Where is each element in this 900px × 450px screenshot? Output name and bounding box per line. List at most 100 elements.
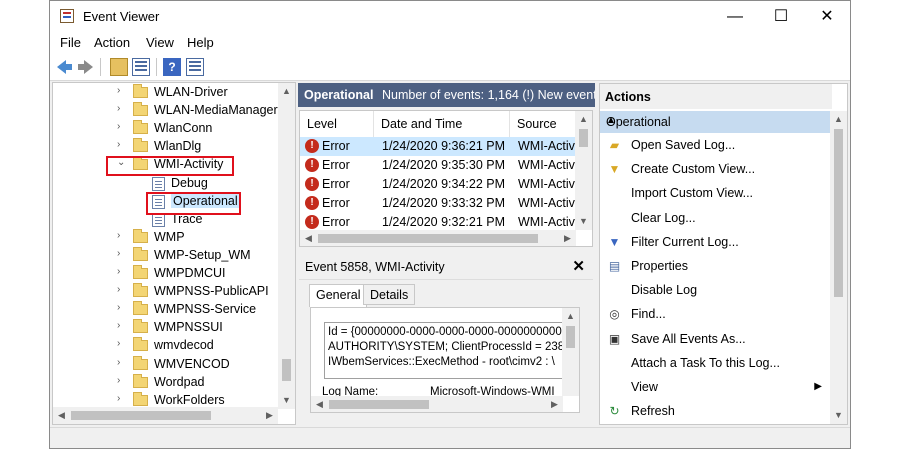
action-item[interactable]: View ▶: [600, 377, 832, 399]
expand-chevron-right-icon[interactable]: ›: [117, 393, 120, 404]
expand-chevron-right-icon[interactable]: ›: [117, 121, 120, 132]
expand-chevron-right-icon[interactable]: ›: [117, 103, 120, 114]
menu-file[interactable]: File: [60, 35, 81, 50]
action-item[interactable]: Disable Log: [600, 280, 832, 302]
description-line: AUTHORITY\SYSTEM; ClientProcessId = 2388: [328, 341, 564, 353]
tree-item[interactable]: › WlanConn: [53, 120, 279, 138]
folder-up-icon[interactable]: [110, 58, 128, 76]
menu-action[interactable]: Action: [94, 35, 130, 50]
scroll-right-arrow-icon[interactable]: ▶: [546, 396, 563, 412]
properties-icon[interactable]: [186, 58, 204, 76]
events-hscroll-thumb[interactable]: [318, 234, 538, 243]
action-item[interactable]: ▼ Filter Current Log...: [600, 232, 832, 254]
expand-chevron-right-icon[interactable]: ›: [117, 248, 120, 259]
tab-details[interactable]: Details: [363, 284, 416, 305]
tree-hscroll-thumb[interactable]: [71, 411, 211, 420]
action-item[interactable]: Import Custom View...: [600, 183, 832, 205]
scroll-left-arrow-icon[interactable]: ◀: [53, 407, 70, 424]
events-horizontal-scrollbar[interactable]: ◀ ▶: [300, 230, 576, 246]
scroll-right-arrow-icon[interactable]: ▶: [559, 230, 576, 246]
action-item[interactable]: Attach a Task To this Log...: [600, 353, 832, 375]
column-source[interactable]: Source: [510, 111, 576, 137]
expand-chevron-right-icon[interactable]: ›: [117, 375, 120, 386]
menu-view[interactable]: View: [146, 35, 174, 50]
tree-item-label: WLAN-Driver: [154, 85, 228, 99]
scroll-up-arrow-icon[interactable]: ▲: [575, 111, 592, 128]
actions-vertical-scrollbar[interactable]: ▲ ▼: [830, 111, 847, 424]
table-row[interactable]: !Error 1/24/2020 9:33:32 PM WMI-Activity: [300, 194, 576, 213]
expand-chevron-right-icon[interactable]: ›: [117, 230, 120, 241]
tree-item[interactable]: › Wordpad: [53, 373, 279, 392]
scroll-left-arrow-icon[interactable]: ◀: [300, 230, 317, 246]
detail-horizontal-scrollbar[interactable]: ◀ ▶: [311, 396, 563, 412]
close-button[interactable]: ✕: [804, 1, 850, 32]
table-row[interactable]: !Error 1/24/2020 9:35:30 PM WMI-Activity: [300, 156, 576, 175]
tree-item[interactable]: Debug: [53, 175, 279, 193]
table-row[interactable]: !Error 1/24/2020 9:34:22 PM WMI-Activity: [300, 175, 576, 194]
tree-scroll-thumb[interactable]: [282, 359, 291, 381]
action-item-label: Open Saved Log...: [631, 138, 736, 152]
tree-item[interactable]: › WLAN-MediaManager: [53, 102, 279, 120]
tree-horizontal-scrollbar[interactable]: ◀ ▶: [53, 407, 278, 424]
tree-vertical-scrollbar[interactable]: ▲ ▼: [278, 83, 295, 409]
column-level[interactable]: Level: [300, 111, 374, 137]
expand-chevron-right-icon[interactable]: ›: [117, 338, 120, 349]
expand-chevron-right-icon[interactable]: ›: [117, 284, 120, 295]
actions-section-operational[interactable]: Operational ▲: [600, 111, 832, 133]
tree-item[interactable]: › wmvdecod: [53, 337, 279, 355]
menu-help[interactable]: Help: [187, 35, 214, 50]
detail-hscroll-thumb[interactable]: [329, 400, 429, 409]
tab-general[interactable]: General: [309, 284, 368, 307]
help-icon[interactable]: ?: [163, 58, 181, 76]
tree-item[interactable]: › WMVENCOD: [53, 355, 279, 374]
column-date-time[interactable]: Date and Time: [374, 111, 510, 137]
expand-chevron-right-icon[interactable]: ›: [117, 357, 120, 368]
action-item[interactable]: ▰ Open Saved Log...: [600, 135, 832, 157]
table-row[interactable]: !Error 1/24/2020 9:36:21 PM WMI-Activity: [300, 137, 576, 156]
scroll-up-arrow-icon[interactable]: ▲: [278, 83, 295, 100]
description-line: Id = {00000000-0000-0000-0000-0000000000…: [328, 326, 564, 338]
show-hide-tree-icon[interactable]: [132, 58, 150, 76]
tree-item[interactable]: › WlanDlg: [53, 138, 279, 156]
events-vertical-scrollbar[interactable]: ▲ ▼: [575, 111, 592, 230]
event-description-box[interactable]: Id = {00000000-0000-0000-0000-0000000000…: [324, 322, 564, 379]
scroll-down-arrow-icon[interactable]: ▼: [575, 213, 592, 230]
action-item[interactable]: Clear Log...: [600, 208, 832, 230]
scroll-left-arrow-icon[interactable]: ◀: [311, 396, 328, 412]
scroll-down-arrow-icon[interactable]: ▼: [278, 392, 295, 409]
tree-item[interactable]: › WMPNSS-Service: [53, 301, 279, 319]
expand-chevron-right-icon[interactable]: ›: [117, 85, 120, 96]
minimize-button[interactable]: —: [712, 1, 758, 32]
detail-scroll-thumb[interactable]: [566, 326, 575, 348]
scroll-up-arrow-icon[interactable]: ▲: [830, 111, 847, 128]
action-item[interactable]: ◎ Find...: [600, 304, 832, 326]
action-item[interactable]: ↻ Refresh: [600, 401, 832, 423]
actions-scroll-thumb[interactable]: [834, 129, 843, 297]
events-scroll-thumb[interactable]: [579, 129, 588, 147]
action-item[interactable]: ▣ Save All Events As...: [600, 329, 832, 351]
tree-item[interactable]: › WMP-Setup_WM: [53, 246, 279, 265]
tree-item[interactable]: › WMP: [53, 228, 279, 247]
expand-chevron-right-icon[interactable]: ›: [117, 320, 120, 331]
tree-item-label: WMVENCOD: [154, 356, 230, 371]
console-tree[interactable]: › WLAN-Driver › WLAN-MediaManager › WlanConn ›…: [52, 82, 296, 425]
scroll-down-arrow-icon[interactable]: ▼: [830, 407, 847, 424]
expand-chevron-right-icon[interactable]: ›: [117, 302, 120, 313]
close-detail-icon[interactable]: ✕: [572, 257, 585, 275]
tree-item[interactable]: › WLAN-Driver: [53, 84, 279, 102]
scroll-right-arrow-icon[interactable]: ▶: [261, 407, 278, 424]
action-item[interactable]: ▤ Properties: [600, 256, 832, 278]
expand-chevron-right-icon[interactable]: ›: [117, 266, 120, 277]
action-item[interactable]: ▼ Create Custom View...: [600, 159, 832, 181]
tree-item[interactable]: › WMPDMCUI: [53, 265, 279, 283]
tree-item[interactable]: › WMPNSSUI: [53, 319, 279, 337]
back-arrow-icon[interactable]: [55, 58, 73, 76]
detail-vertical-scrollbar[interactable]: ▲: [562, 308, 579, 396]
forward-arrow-icon[interactable]: [76, 58, 94, 76]
maximize-button[interactable]: ☐: [758, 1, 804, 32]
collapse-caret-icon[interactable]: ▲: [606, 115, 826, 126]
tree-item[interactable]: › WMPNSS-PublicAPI: [53, 283, 279, 301]
scroll-up-arrow-icon[interactable]: ▲: [562, 308, 579, 325]
expand-chevron-right-icon[interactable]: ›: [117, 139, 120, 150]
event-list[interactable]: Level Date and Time Source ! Error 1/24/20…: [299, 110, 593, 247]
